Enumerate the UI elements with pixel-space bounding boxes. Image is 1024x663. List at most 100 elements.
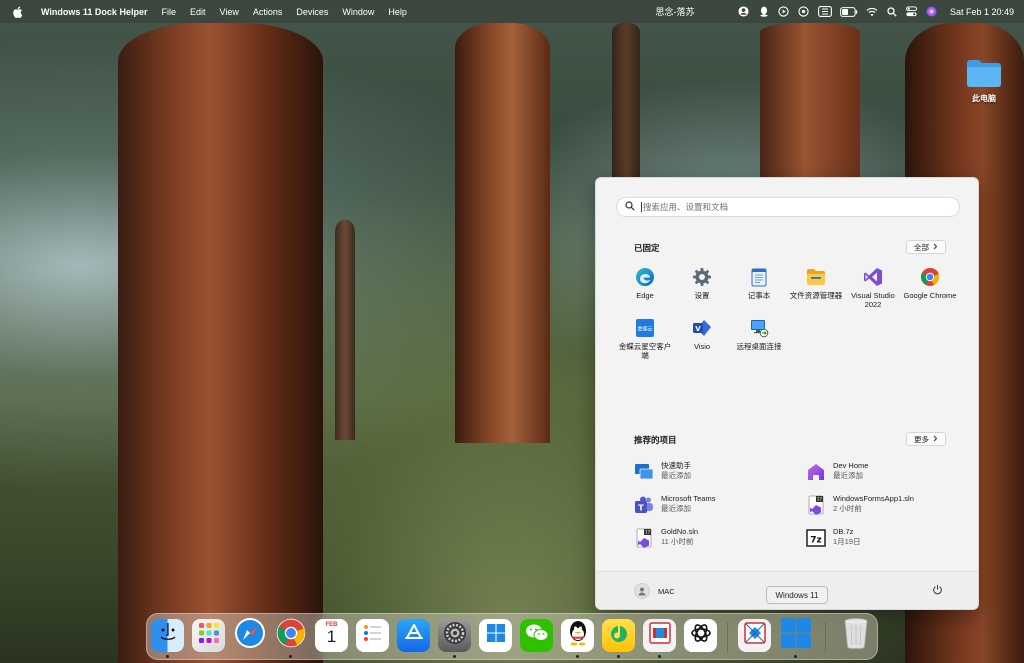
- system-settings-icon: [442, 620, 468, 651]
- svg-text:17: 17: [645, 530, 651, 535]
- menu-edit[interactable]: Edit: [190, 7, 206, 17]
- recommended-item-detail: 2 小时前: [833, 504, 862, 513]
- dock-qq[interactable]: [561, 619, 594, 652]
- user-status-icon[interactable]: [738, 6, 750, 18]
- dock-safari[interactable]: [233, 617, 266, 654]
- dock-chrome[interactable]: [274, 618, 307, 652]
- dock-finder[interactable]: [151, 619, 184, 652]
- menu-devices[interactable]: Devices: [296, 7, 328, 17]
- menu-window[interactable]: Window: [342, 7, 374, 17]
- kingdee-icon: 金蝶云: [634, 317, 656, 339]
- pinned-app-kingdee[interactable]: 金蝶云 金蝶云星空客户端: [616, 317, 674, 360]
- menu-help[interactable]: Help: [388, 7, 407, 17]
- apple-menu-icon[interactable]: [11, 5, 25, 19]
- pinned-app-visual-studio[interactable]: Visual Studio 2022: [844, 266, 902, 309]
- dock-trash[interactable]: [839, 617, 872, 654]
- recommended-item-name: GoldNo.sln: [661, 527, 699, 536]
- now-playing-title[interactable]: 思念-落苏: [640, 5, 710, 18]
- svg-text:金蝶云: 金蝶云: [637, 326, 652, 333]
- pinned-app-file-explorer[interactable]: 文件资源管理器: [787, 266, 845, 300]
- search-icon: [625, 198, 635, 216]
- menubar-clock[interactable]: Sat Feb 1 20:49: [950, 7, 1014, 17]
- app-store-icon: [402, 621, 426, 650]
- siri-icon[interactable]: [926, 6, 938, 18]
- recommended-item-detail: 最近添加: [661, 471, 691, 480]
- more-recommended-button[interactable]: 更多: [906, 432, 946, 446]
- play-status-icon[interactable]: [778, 6, 790, 18]
- desktop-icon-this-pc[interactable]: 此电脑: [962, 58, 1006, 104]
- start-search-box[interactable]: [616, 197, 960, 217]
- app-label: 远程桌面连接: [736, 342, 782, 351]
- all-apps-button[interactable]: 全部: [906, 240, 946, 254]
- input-method-icon[interactable]: [818, 6, 832, 18]
- recommended-item[interactable]: 快速助手 最近添加: [634, 461, 691, 482]
- dock-tooltip: Windows 11: [766, 586, 828, 604]
- menu-file[interactable]: File: [161, 7, 176, 17]
- dock-remote-desktop[interactable]: [738, 619, 771, 652]
- app-name-menu[interactable]: Windows 11 Dock Helper: [41, 7, 147, 17]
- pinned-app-settings[interactable]: 设置: [673, 266, 731, 300]
- dock-system-settings[interactable]: [438, 619, 471, 652]
- pinned-app-visio[interactable]: V Visio: [673, 317, 731, 351]
- recommended-item[interactable]: 17 WindowsFormsApp1.sln 2 小时前: [806, 494, 914, 515]
- dock-reminders[interactable]: [356, 619, 389, 652]
- app-label: Edge: [636, 291, 654, 300]
- dock-parallels[interactable]: [643, 619, 676, 652]
- app-label: Google Chrome: [903, 291, 957, 300]
- power-button[interactable]: [930, 584, 944, 598]
- app-label: 记事本: [747, 291, 771, 300]
- pinned-app-remote-desktop[interactable]: 远程桌面连接: [730, 317, 788, 351]
- pinned-app-google-chrome[interactable]: Google Chrome: [901, 266, 959, 300]
- search-input[interactable]: [643, 202, 943, 212]
- battery-icon[interactable]: [840, 6, 858, 18]
- remote-desktop-icon: [742, 620, 768, 651]
- recommended-item[interactable]: T Microsoft Teams 最近添加: [634, 494, 715, 515]
- dock-app-store[interactable]: [397, 619, 430, 652]
- calendar-day: 1: [326, 627, 337, 646]
- recommended-item[interactable]: 7z DB.7z 1月19日: [806, 527, 861, 548]
- tree-trunk: [612, 23, 640, 178]
- user-name: MAC: [658, 586, 675, 596]
- app-label: Visual Studio 2022: [851, 291, 895, 309]
- quick-assist-icon: [634, 462, 654, 482]
- tree-trunk: [455, 23, 550, 443]
- dock-launchpad[interactable]: [192, 619, 225, 652]
- vs-solution-icon: 17: [806, 495, 826, 515]
- tree-trunk: [760, 23, 860, 178]
- dock: FEB 1: [146, 613, 878, 660]
- launchpad-icon: [196, 620, 222, 651]
- power-icon: [932, 582, 943, 600]
- sync-status-icon[interactable]: [798, 6, 810, 18]
- dock-chatgpt[interactable]: [684, 619, 717, 652]
- qq-status-icon[interactable]: [758, 6, 770, 18]
- chevron-right-icon: [933, 243, 938, 252]
- dev-home-icon: [806, 462, 826, 482]
- dock-qq-music[interactable]: [602, 619, 635, 652]
- dock-calendar[interactable]: FEB 1: [315, 619, 348, 652]
- menu-actions[interactable]: Actions: [253, 7, 283, 17]
- user-account-button[interactable]: MAC: [634, 583, 675, 599]
- menu-view[interactable]: View: [219, 7, 238, 17]
- app-label: 金蝶云星空客户端: [618, 342, 672, 360]
- app-label: Visio: [693, 342, 711, 351]
- recommended-item[interactable]: Dev Home 最近添加: [806, 461, 868, 482]
- pinned-app-edge[interactable]: Edge: [616, 266, 674, 300]
- remote-desktop-icon: [748, 317, 770, 339]
- wifi-icon[interactable]: [866, 6, 878, 18]
- dock-windows-11[interactable]: [779, 618, 812, 652]
- visio-icon: V: [691, 317, 713, 339]
- recommended-item-detail: 最近添加: [661, 504, 691, 513]
- recommended-item[interactable]: 17 GoldNo.sln 11 小时前: [634, 527, 698, 548]
- app-label: 文件资源管理器: [789, 291, 843, 300]
- spotlight-search-icon[interactable]: [886, 6, 898, 18]
- desktop-icon-label: 此电脑: [972, 94, 996, 103]
- trash-icon: [843, 617, 869, 654]
- recommended-section-title: 推荐的项目: [634, 435, 677, 445]
- control-center-icon[interactable]: [906, 6, 918, 18]
- chevron-right-icon: [933, 435, 938, 444]
- dock-windows-helper[interactable]: [479, 619, 512, 652]
- dock-wechat[interactable]: [520, 619, 553, 652]
- qq-icon: [566, 619, 590, 652]
- safari-icon: [234, 617, 266, 654]
- pinned-app-notepad[interactable]: 记事本: [730, 266, 788, 300]
